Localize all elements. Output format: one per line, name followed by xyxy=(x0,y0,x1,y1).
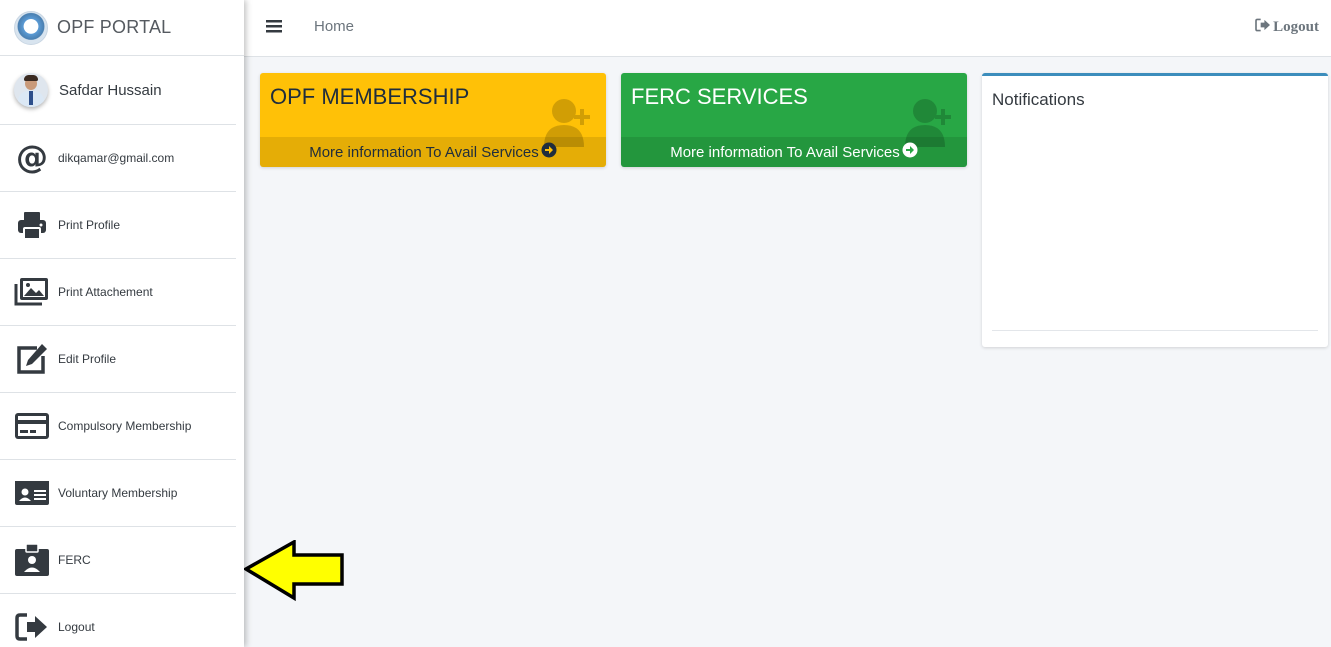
sidebar-item-compulsory-membership[interactable]: Compulsory Membership xyxy=(0,393,236,460)
avatar xyxy=(14,73,48,107)
opf-more-info-link[interactable]: More information To Avail Services xyxy=(260,137,606,167)
images-icon xyxy=(14,274,50,310)
card-title: FERC SERVICES xyxy=(631,84,808,109)
card-footer-label: More information To Avail Services xyxy=(670,143,900,161)
ferc-more-info-link[interactable]: More information To Avail Services xyxy=(621,137,967,167)
sidebar-item-label: Print Profile xyxy=(58,218,121,232)
divider xyxy=(992,330,1318,331)
sidebar-item-label: dikqamar@gmail.com xyxy=(58,151,175,165)
sidebar-item-print-attachement[interactable]: Print Attachement xyxy=(0,259,236,326)
arrow-circle-right-icon xyxy=(541,142,557,162)
sidebar-item-ferc[interactable]: FERC xyxy=(0,527,236,594)
top-navbar: Home Logout xyxy=(244,0,1331,57)
sidebar-item-label: Voluntary Membership xyxy=(58,486,178,500)
sidebar-item-email[interactable]: @ dikqamar@gmail.com xyxy=(0,125,236,192)
card-title: OPF MEMBERSHIP xyxy=(270,84,470,109)
id-badge-icon xyxy=(14,542,50,578)
svg-text:@: @ xyxy=(16,141,48,175)
sidebar-item-edit-profile[interactable]: Edit Profile xyxy=(0,326,236,393)
sidebar-item-print-profile[interactable]: Print Profile xyxy=(0,192,236,259)
sidebar-item-logout[interactable]: Logout xyxy=(0,594,236,647)
sidebar-item-voluntary-membership[interactable]: Voluntary Membership xyxy=(0,460,236,527)
notifications-panel: Notifications xyxy=(982,73,1328,347)
brand-link[interactable]: OPF PORTAL xyxy=(0,0,244,56)
print-icon xyxy=(14,207,50,243)
hamburger-icon[interactable] xyxy=(266,17,282,37)
at-icon: @ xyxy=(14,140,50,176)
notifications-title: Notifications xyxy=(992,90,1085,109)
sidebar: OPF PORTAL Safdar Hussain @ dikqamar@gma… xyxy=(0,0,244,647)
sidebar-item-label: Edit Profile xyxy=(58,352,117,366)
sidebar-item-label: Logout xyxy=(58,620,95,634)
sidebar-item-label: Print Attachement xyxy=(58,285,153,299)
user-panel[interactable]: Safdar Hussain xyxy=(0,56,236,125)
logout-link[interactable]: Logout xyxy=(1255,18,1319,37)
id-card-icon xyxy=(14,475,50,511)
sign-out-icon xyxy=(1255,18,1271,37)
opf-membership-card[interactable]: OPF MEMBERSHIP More information To Avail… xyxy=(260,73,606,167)
arrow-circle-right-icon xyxy=(902,142,918,162)
ferc-services-card[interactable]: FERC SERVICES More information To Avail … xyxy=(621,73,967,167)
edit-icon xyxy=(14,341,50,377)
logout-label: Logout xyxy=(1273,19,1319,35)
sign-out-icon xyxy=(14,609,50,645)
sidebar-item-label: Compulsory Membership xyxy=(58,419,192,433)
sidebar-item-label: FERC xyxy=(58,553,91,567)
credit-card-icon xyxy=(14,408,50,444)
yellow-pointer-arrow xyxy=(244,540,344,602)
brand-title: OPF PORTAL xyxy=(57,17,172,37)
opf-logo xyxy=(14,10,48,45)
card-footer-label: More information To Avail Services xyxy=(309,143,539,161)
home-link[interactable]: Home xyxy=(314,18,354,35)
user-name: Safdar Hussain xyxy=(59,81,162,99)
